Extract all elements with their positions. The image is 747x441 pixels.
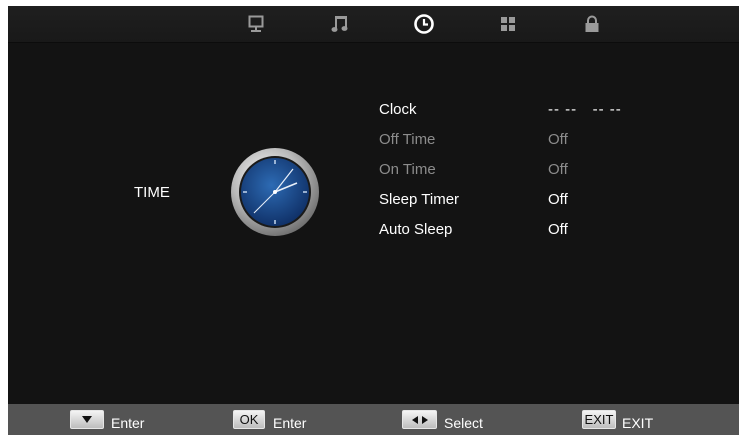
analog-clock-icon bbox=[230, 147, 320, 242]
hint-text: EXIT bbox=[622, 415, 654, 431]
menu-item-auto-sleep-label[interactable]: Auto Sleep bbox=[379, 221, 452, 238]
grid-icon bbox=[501, 17, 515, 31]
menu-item-auto-sleep-value: Off bbox=[548, 221, 568, 238]
tab-picture[interactable] bbox=[242, 12, 270, 36]
menu-item-sleep-timer-label[interactable]: Sleep Timer bbox=[379, 191, 459, 208]
hint-text: Enter bbox=[273, 415, 307, 431]
tab-lock[interactable] bbox=[578, 12, 606, 36]
down-arrow-key-icon bbox=[70, 410, 104, 429]
left-right-arrow-key-icon bbox=[402, 410, 437, 429]
tab-setup[interactable] bbox=[494, 12, 522, 36]
music-note-icon bbox=[331, 16, 348, 32]
exit-key-icon: EXIT bbox=[582, 410, 616, 429]
menu-item-off-time-label: Off Time bbox=[379, 131, 436, 148]
tab-sound[interactable] bbox=[326, 12, 354, 36]
menu-item-on-time-value: Off bbox=[548, 161, 568, 178]
hint-text: Select bbox=[444, 415, 483, 431]
menu-tab-bar bbox=[8, 6, 739, 43]
clock-icon bbox=[414, 14, 434, 34]
menu-item-off-time-value: Off bbox=[548, 131, 568, 148]
padlock-icon bbox=[585, 15, 599, 32]
menu-item-on-time-label: On Time bbox=[379, 161, 436, 178]
tv-menu-screen: TIME Clock -- -- -- -- Off Time Off On T… bbox=[8, 6, 739, 435]
menu-item-sleep-timer-value: Off bbox=[548, 191, 568, 208]
hint-text: Enter bbox=[111, 415, 145, 431]
section-title: TIME bbox=[134, 184, 170, 201]
footer-hint-bar: Enter OK Enter Select EXIT EXIT bbox=[8, 404, 739, 435]
ok-key-icon: OK bbox=[233, 410, 265, 429]
monitor-icon bbox=[248, 15, 264, 32]
menu-item-clock-value: -- -- -- -- bbox=[548, 101, 622, 118]
menu-item-clock-label[interactable]: Clock bbox=[379, 101, 417, 118]
tab-time[interactable] bbox=[410, 12, 438, 36]
